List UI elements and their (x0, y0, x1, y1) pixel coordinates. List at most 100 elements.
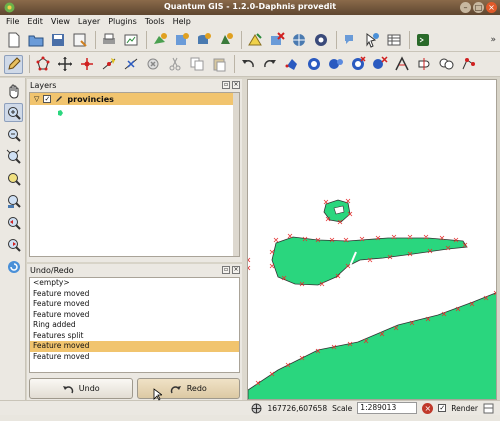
simplify-feature-icon[interactable] (282, 55, 301, 74)
delete-selected-icon[interactable] (143, 55, 162, 74)
map-features (248, 198, 496, 399)
identify-icon[interactable] (362, 30, 381, 49)
menu-tools[interactable]: Tools (145, 17, 165, 26)
scale-input[interactable]: 1:289013 (357, 402, 418, 414)
close-undo-panel-button[interactable]: × (232, 266, 240, 274)
delete-vertex-icon[interactable] (121, 55, 140, 74)
menu-view[interactable]: View (51, 17, 70, 26)
undo-item[interactable]: Features split (30, 331, 239, 342)
menu-layer[interactable]: Layer (78, 17, 100, 26)
open-project-icon[interactable] (26, 30, 45, 49)
scale-label: Scale (332, 403, 353, 413)
undo-item[interactable]: Ring added (30, 320, 239, 331)
redo-icon[interactable] (260, 55, 279, 74)
render-label: Render (451, 403, 478, 413)
window-title: Quantum GIS - 1.2.0-Daphnis provedit (163, 2, 337, 11)
add-spatialite-layer-icon[interactable] (216, 30, 235, 49)
cut-features-icon[interactable] (165, 55, 184, 74)
zoom-next-icon[interactable] (4, 235, 23, 254)
zoom-last-icon[interactable] (4, 213, 23, 232)
menu-bar: File Edit View Layer Plugins Tools Help (0, 15, 500, 28)
layer-item-provincies[interactable]: ▽ ✓ provincies (30, 93, 239, 105)
redo-arrow-icon (170, 385, 181, 393)
save-as-icon[interactable] (70, 30, 89, 49)
settings-gear-icon[interactable] (311, 30, 330, 49)
undo-arrow-icon (62, 385, 74, 393)
layer-name: provincies (67, 94, 114, 104)
undo-item[interactable]: Feature moved (30, 352, 239, 363)
close-button[interactable]: × (486, 2, 497, 13)
menu-edit[interactable]: Edit (27, 17, 43, 26)
add-raster-layer-icon[interactable] (172, 30, 191, 49)
new-project-icon[interactable] (4, 30, 23, 49)
undo-button-label: Undo (78, 384, 100, 393)
layer-visibility-checkbox[interactable]: ✓ (43, 95, 52, 103)
reshape-features-icon[interactable] (392, 55, 411, 74)
undo-item[interactable]: Feature moved (30, 289, 239, 300)
save-project-icon[interactable] (48, 30, 67, 49)
toolbar-overflow-icon[interactable]: » (490, 35, 496, 45)
close-panel-button[interactable]: × (232, 81, 240, 89)
pan-hand-icon[interactable] (4, 81, 23, 100)
render-checkbox[interactable]: ✓ (438, 404, 447, 412)
main-toolbar: » (0, 28, 500, 52)
add-island-icon[interactable] (326, 55, 345, 74)
add-vertex-icon[interactable] (99, 55, 118, 74)
undo-button[interactable]: Undo (29, 378, 133, 399)
minimize-button[interactable]: – (460, 2, 471, 13)
undo-item[interactable]: Feature moved (30, 310, 239, 321)
copy-features-icon[interactable] (187, 55, 206, 74)
undo-history-list: <empty> Feature moved Feature moved Feat… (29, 277, 240, 373)
undo-item[interactable]: Feature moved (30, 299, 239, 310)
composer-icon[interactable] (121, 30, 140, 49)
zoom-in-icon[interactable] (4, 103, 23, 122)
zoom-selection-icon[interactable] (4, 169, 23, 188)
float-undo-panel-button[interactable]: ▫ (222, 266, 230, 274)
node-tool-icon[interactable] (458, 55, 477, 74)
map-navigation-toolbar (0, 78, 26, 400)
menu-help[interactable]: Help (173, 17, 191, 26)
new-vector-layer-icon[interactable] (245, 30, 264, 49)
wms-layer-icon[interactable] (289, 30, 308, 49)
python-console-icon[interactable] (413, 30, 432, 49)
stop-render-icon[interactable]: × (422, 402, 434, 414)
maximize-button[interactable]: □ (473, 2, 484, 13)
delete-ring-icon[interactable] (348, 55, 367, 74)
status-bar: 167726,607658 Scale 1:289013 × ✓ Render (0, 400, 500, 415)
undo-panel-title: Undo/Redo (30, 266, 74, 275)
menu-file[interactable]: File (6, 17, 19, 26)
layer-tree-scrollbar[interactable] (233, 93, 239, 256)
expand-arrow-icon[interactable]: ▽ (34, 95, 39, 103)
move-feature-icon[interactable] (55, 55, 74, 74)
move-vertex-icon[interactable] (77, 55, 96, 74)
add-ring-icon[interactable] (304, 55, 323, 74)
print-icon[interactable] (99, 30, 118, 49)
title-bar: Quantum GIS - 1.2.0-Daphnis provedit – □… (0, 0, 500, 15)
window-bottom-edge (0, 415, 500, 421)
undo-item[interactable]: <empty> (30, 278, 239, 289)
float-panel-button[interactable]: ▫ (222, 81, 230, 89)
projection-icon[interactable] (483, 403, 494, 414)
attribute-table-icon[interactable] (384, 30, 403, 49)
mouse-cursor-icon (153, 388, 162, 401)
split-features-icon[interactable] (414, 55, 433, 74)
undo-icon[interactable] (238, 55, 257, 74)
merge-features-icon[interactable] (436, 55, 455, 74)
map-canvas[interactable] (247, 79, 497, 400)
add-vector-layer-icon[interactable] (150, 30, 169, 49)
zoom-layer-icon[interactable] (4, 191, 23, 210)
redo-button-label: Redo (186, 384, 207, 393)
layers-panel: Layers ▫ × ▽ ✓ provincies (27, 79, 242, 262)
zoom-out-icon[interactable] (4, 125, 23, 144)
menu-plugins[interactable]: Plugins (108, 17, 137, 26)
delete-part-icon[interactable] (370, 55, 389, 74)
map-tips-icon[interactable] (340, 30, 359, 49)
zoom-full-icon[interactable] (4, 147, 23, 166)
undo-item-selected[interactable]: Feature moved (30, 341, 239, 352)
toggle-editing-icon[interactable] (4, 54, 23, 74)
remove-layer-icon[interactable] (267, 30, 286, 49)
add-postgis-layer-icon[interactable] (194, 30, 213, 49)
refresh-icon[interactable] (4, 257, 23, 276)
paste-features-icon[interactable] (209, 55, 228, 74)
capture-polygon-icon[interactable] (33, 55, 52, 74)
